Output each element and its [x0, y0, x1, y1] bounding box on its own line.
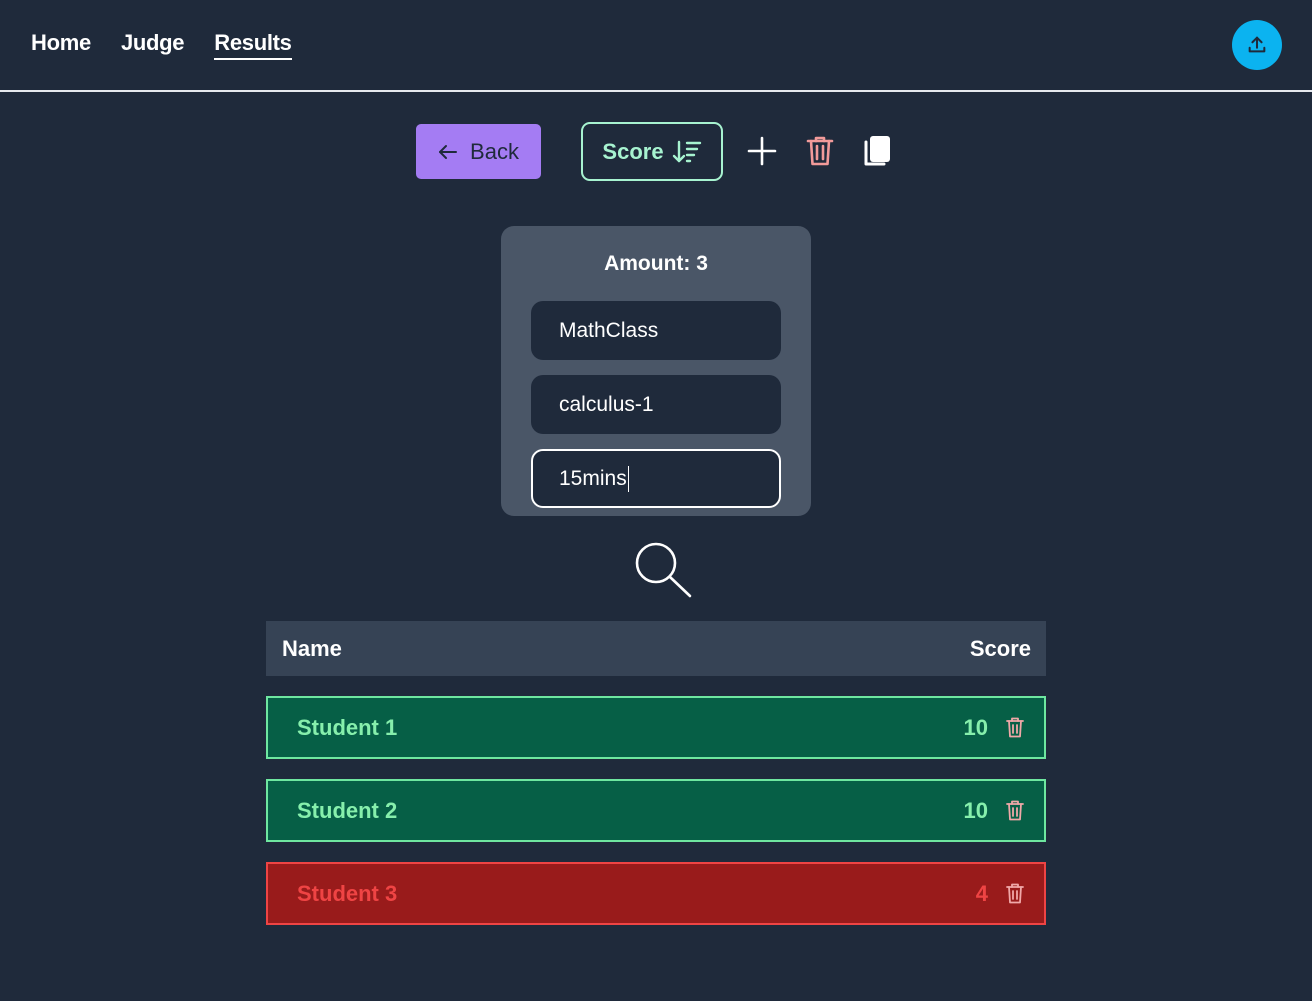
search-icon	[635, 542, 692, 598]
plus-icon	[747, 136, 777, 166]
nav-judge-link[interactable]: Judge	[121, 30, 185, 60]
copy-button[interactable]	[860, 134, 894, 168]
duration-field[interactable]: 15mins	[531, 449, 781, 508]
class-info-card: Amount: 3 MathClass calculus-1 15mins	[501, 226, 811, 516]
class-name-field[interactable]: MathClass	[531, 301, 781, 360]
trash-icon	[1006, 883, 1024, 904]
top-nav-bar: Home Judge Results	[0, 0, 1312, 92]
class-name-value: MathClass	[559, 318, 659, 342]
delete-row-button[interactable]	[1004, 799, 1026, 823]
nav-home-link[interactable]: Home	[31, 30, 91, 60]
sort-button-label: Score	[602, 138, 664, 164]
problem-name-value: calculus-1	[559, 392, 654, 416]
student-score: 4	[975, 880, 988, 906]
trash-icon	[806, 136, 834, 166]
row-actions: 4	[976, 881, 1026, 907]
student-name: Student 1	[297, 714, 398, 740]
nav-results-link[interactable]: Results	[214, 30, 292, 60]
add-button[interactable]	[745, 134, 779, 168]
student-name: Student 2	[297, 797, 398, 823]
delete-row-button[interactable]	[1004, 882, 1026, 906]
toolbar: Back Score	[0, 122, 1312, 182]
student-name: Student 3	[297, 880, 398, 906]
back-button-label: Back	[470, 138, 519, 164]
problem-name-field[interactable]: calculus-1	[531, 375, 781, 434]
row-actions: 10	[964, 798, 1026, 824]
table-row[interactable]: Student 1 10	[266, 696, 1046, 759]
student-score: 10	[963, 714, 988, 740]
delete-row-button[interactable]	[1004, 716, 1026, 740]
search-button[interactable]	[632, 540, 694, 600]
nav-links: Home Judge Results	[31, 30, 292, 60]
duration-value: 15mins	[559, 466, 627, 490]
trash-icon	[1006, 800, 1024, 821]
upload-button[interactable]	[1232, 20, 1282, 70]
table-header: Name Score	[266, 621, 1046, 676]
arrow-left-icon	[439, 144, 458, 159]
trash-icon	[1006, 717, 1024, 738]
student-score: 10	[963, 797, 988, 823]
score-column-header: Score	[969, 635, 1031, 661]
sort-by-score-button[interactable]: Score	[581, 122, 723, 181]
sort-descending-icon	[672, 140, 701, 162]
delete-button[interactable]	[803, 134, 837, 168]
back-button[interactable]: Back	[416, 124, 541, 179]
upload-icon	[1248, 36, 1266, 53]
table-row[interactable]: Student 2 10	[266, 779, 1046, 842]
amount-label: Amount: 3	[604, 252, 708, 275]
table-row[interactable]: Student 3 4	[266, 862, 1046, 925]
copy-icon	[864, 136, 890, 166]
text-caret	[627, 465, 630, 492]
name-column-header: Name	[282, 635, 342, 661]
row-actions: 10	[964, 715, 1026, 741]
